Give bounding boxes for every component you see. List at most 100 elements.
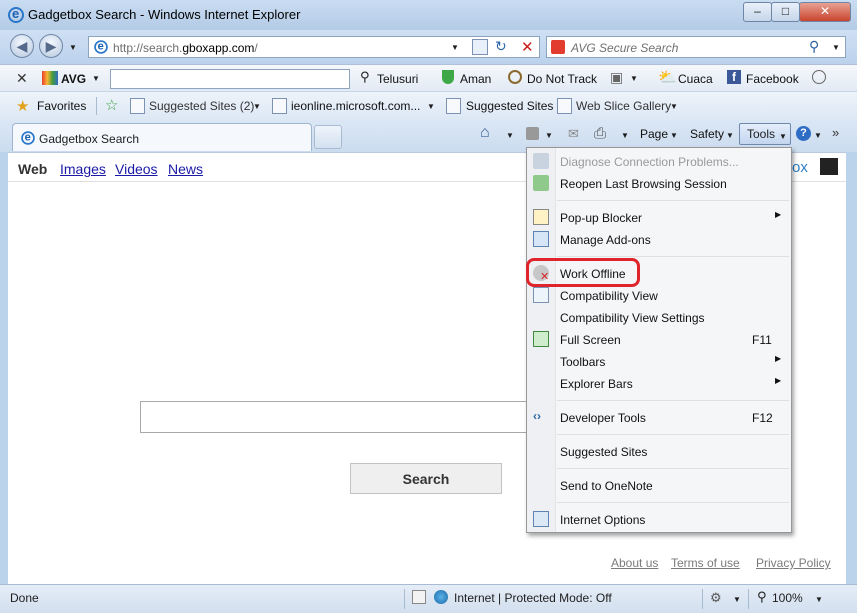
address-dropdown-icon[interactable]: ▼ [451,43,459,52]
avg-brand[interactable]: AVG [61,72,86,86]
favorites-button[interactable]: Favorites [37,99,86,113]
offline-status-icon[interactable] [412,590,426,604]
favorites-star-icon: ★ [16,98,30,115]
menu-item-compatibility-view-settings[interactable]: Compatibility View Settings [528,306,790,328]
avg-search-input[interactable] [110,69,350,89]
menu-item-toolbars[interactable]: Toolbars ▶ [528,350,790,372]
menu-item-manage-add-ons[interactable]: Manage Add-ons [528,228,790,250]
ie-logo-icon [8,6,24,23]
stop-icon[interactable]: ✕ [521,38,534,56]
add-favorite-icon[interactable]: ☆ [105,96,118,114]
print-icon[interactable]: ⎙ [594,125,606,142]
favorites-item-suggested-sites[interactable]: Suggested Sites [466,99,553,113]
title-bar: Gadgetbox Search - Windows Internet Expl… [0,0,857,30]
menu-item-label: Send to OneNote [560,479,653,493]
menu-item-reopen-last-browsing-session[interactable]: Reopen Last Browsing Session [528,172,790,194]
favorites-bar: ★ Favorites ☆ Suggested Sites (2) ▼ ieon… [0,92,857,120]
minimize-button[interactable]: – [743,2,772,22]
speedometer-icon[interactable] [812,70,826,84]
work-offline-highlight-annotation [526,258,640,287]
print-chevron-icon[interactable]: ▼ [621,131,629,140]
submenu-arrow-icon: ▶ [775,354,782,363]
menu-item-explorer-bars[interactable]: Explorer Bars ▶ [528,372,790,394]
terms-of-use-link[interactable]: Terms of use [671,556,740,570]
safe-button[interactable]: Aman [460,72,491,86]
about-us-link[interactable]: About us [611,556,658,570]
new-tab-button[interactable] [314,125,342,149]
search-button[interactable]: Search [350,463,502,494]
home-icon[interactable]: ⌂ [480,124,490,142]
read-mail-icon[interactable]: ✉ [568,126,579,142]
close-toolbar-icon[interactable]: ✕ [16,70,28,87]
nav-news[interactable]: News [168,161,203,177]
security-zone-text[interactable]: Internet | Protected Mode: Off [454,591,612,605]
menu-item-popup-blocker[interactable]: Pop-up Blocker ▶ [528,206,790,228]
zoom-level[interactable]: 100% [772,591,803,605]
forward-button[interactable]: ▶ [39,34,63,58]
telusuri-button[interactable]: Telusuri [377,72,418,86]
menu-item-compatibility-view[interactable]: Compatibility View [528,284,790,306]
menu-item-label: Reopen Last Browsing Session [560,177,727,191]
favorites-item-suggested-sites-2[interactable]: Suggested Sites (2) [149,99,254,113]
ieonline-chevron-icon[interactable]: ▼ [427,102,435,111]
refresh-icon[interactable]: ↻ [495,38,507,55]
page-chevron-icon[interactable]: ▼ [670,131,678,140]
address-bar[interactable]: http://search.gboxapp.com/ ▼ ↻ ✕ [88,36,540,58]
menu-item-suggested-sites[interactable]: Suggested Sites [528,440,790,462]
tools-menu-button[interactable]: Tools ▼ [739,123,791,145]
feeds-icon[interactable] [526,127,539,140]
close-button[interactable]: ✕ [799,2,851,22]
favorites-item-ieonline[interactable]: ieonline.microsoft.com... [291,99,420,113]
page-menu-button[interactable]: Page [640,127,668,141]
menu-item-label: Toolbars [560,355,606,369]
zoom-chevron-icon[interactable]: ▼ [815,595,823,604]
trash-icon[interactable]: ▣ [610,69,623,86]
favorites-item-web-slice-gallery[interactable]: Web Slice Gallery [576,99,671,113]
address-url[interactable]: http://search.gboxapp.com/ [113,41,258,55]
search-bar[interactable]: AVG Secure Search ⚲ ▼ [546,36,846,58]
trash-chevron-icon[interactable]: ▼ [630,74,638,83]
compatibility-view-icon [533,287,549,303]
home-chevron-icon[interactable]: ▼ [506,131,514,140]
maximize-button[interactable]: □ [771,2,800,22]
main-search-input[interactable] [140,401,530,433]
reopen-session-icon [533,175,549,191]
search-options-chevron-icon[interactable]: ▼ [832,43,840,52]
menu-item-developer-tools[interactable]: ‹› Developer Tools F12 [528,406,790,428]
menu-item-label: Compatibility View [560,289,658,303]
menu-item-diagnose-connection-problems[interactable]: Diagnose Connection Problems... [528,150,790,172]
recent-pages-chevron-icon[interactable]: ▼ [69,43,77,52]
safety-chevron-icon[interactable]: ▼ [726,131,734,140]
help-icon[interactable]: ? [796,126,811,141]
web-slice-page-icon [557,98,572,114]
help-chevron-icon[interactable]: ▼ [814,131,822,140]
search-placeholder[interactable]: AVG Secure Search [571,41,678,55]
suggested-sites-chevron-icon[interactable]: ▼ [253,102,261,111]
compatibility-view-icon[interactable] [472,39,488,55]
menu-item-label: Pop-up Blocker [560,211,643,225]
feeds-chevron-icon[interactable]: ▼ [545,131,553,140]
search-magnifier-icon[interactable]: ⚲ [809,38,819,55]
back-button[interactable]: ◀ [10,34,34,58]
nav-web[interactable]: Web [18,161,47,177]
tab-gadgetbox-search[interactable]: Gadgetbox Search [12,123,312,151]
weather-button[interactable]: Cuaca [678,72,713,86]
menu-item-send-to-onenote[interactable]: Send to OneNote [528,474,790,496]
menu-item-internet-options[interactable]: Internet Options [528,508,790,530]
status-bar: Done Internet | Protected Mode: Off ⚙ ▼ … [0,584,857,613]
tab-title: Gadgetbox Search [39,132,140,146]
protected-mode-icon[interactable]: ⚙ [710,590,722,606]
suggested-sites-2-page-icon [446,98,461,114]
privacy-policy-link[interactable]: Privacy Policy [756,556,831,570]
safety-menu-button[interactable]: Safety [690,127,724,141]
nav-videos[interactable]: Videos [115,161,158,177]
nav-images[interactable]: Images [60,161,106,177]
do-not-track-button[interactable]: Do Not Track [527,72,597,86]
more-commands-icon[interactable]: » [832,125,839,140]
facebook-button[interactable]: Facebook [746,72,799,86]
menu-item-label: Suggested Sites [560,445,648,459]
web-slice-chevron-icon[interactable]: ▼ [670,102,678,111]
avg-menu-chevron-icon[interactable]: ▼ [92,74,100,83]
menu-item-full-screen[interactable]: Full Screen F11 [528,328,790,350]
protected-mode-chevron-icon[interactable]: ▼ [733,595,741,604]
